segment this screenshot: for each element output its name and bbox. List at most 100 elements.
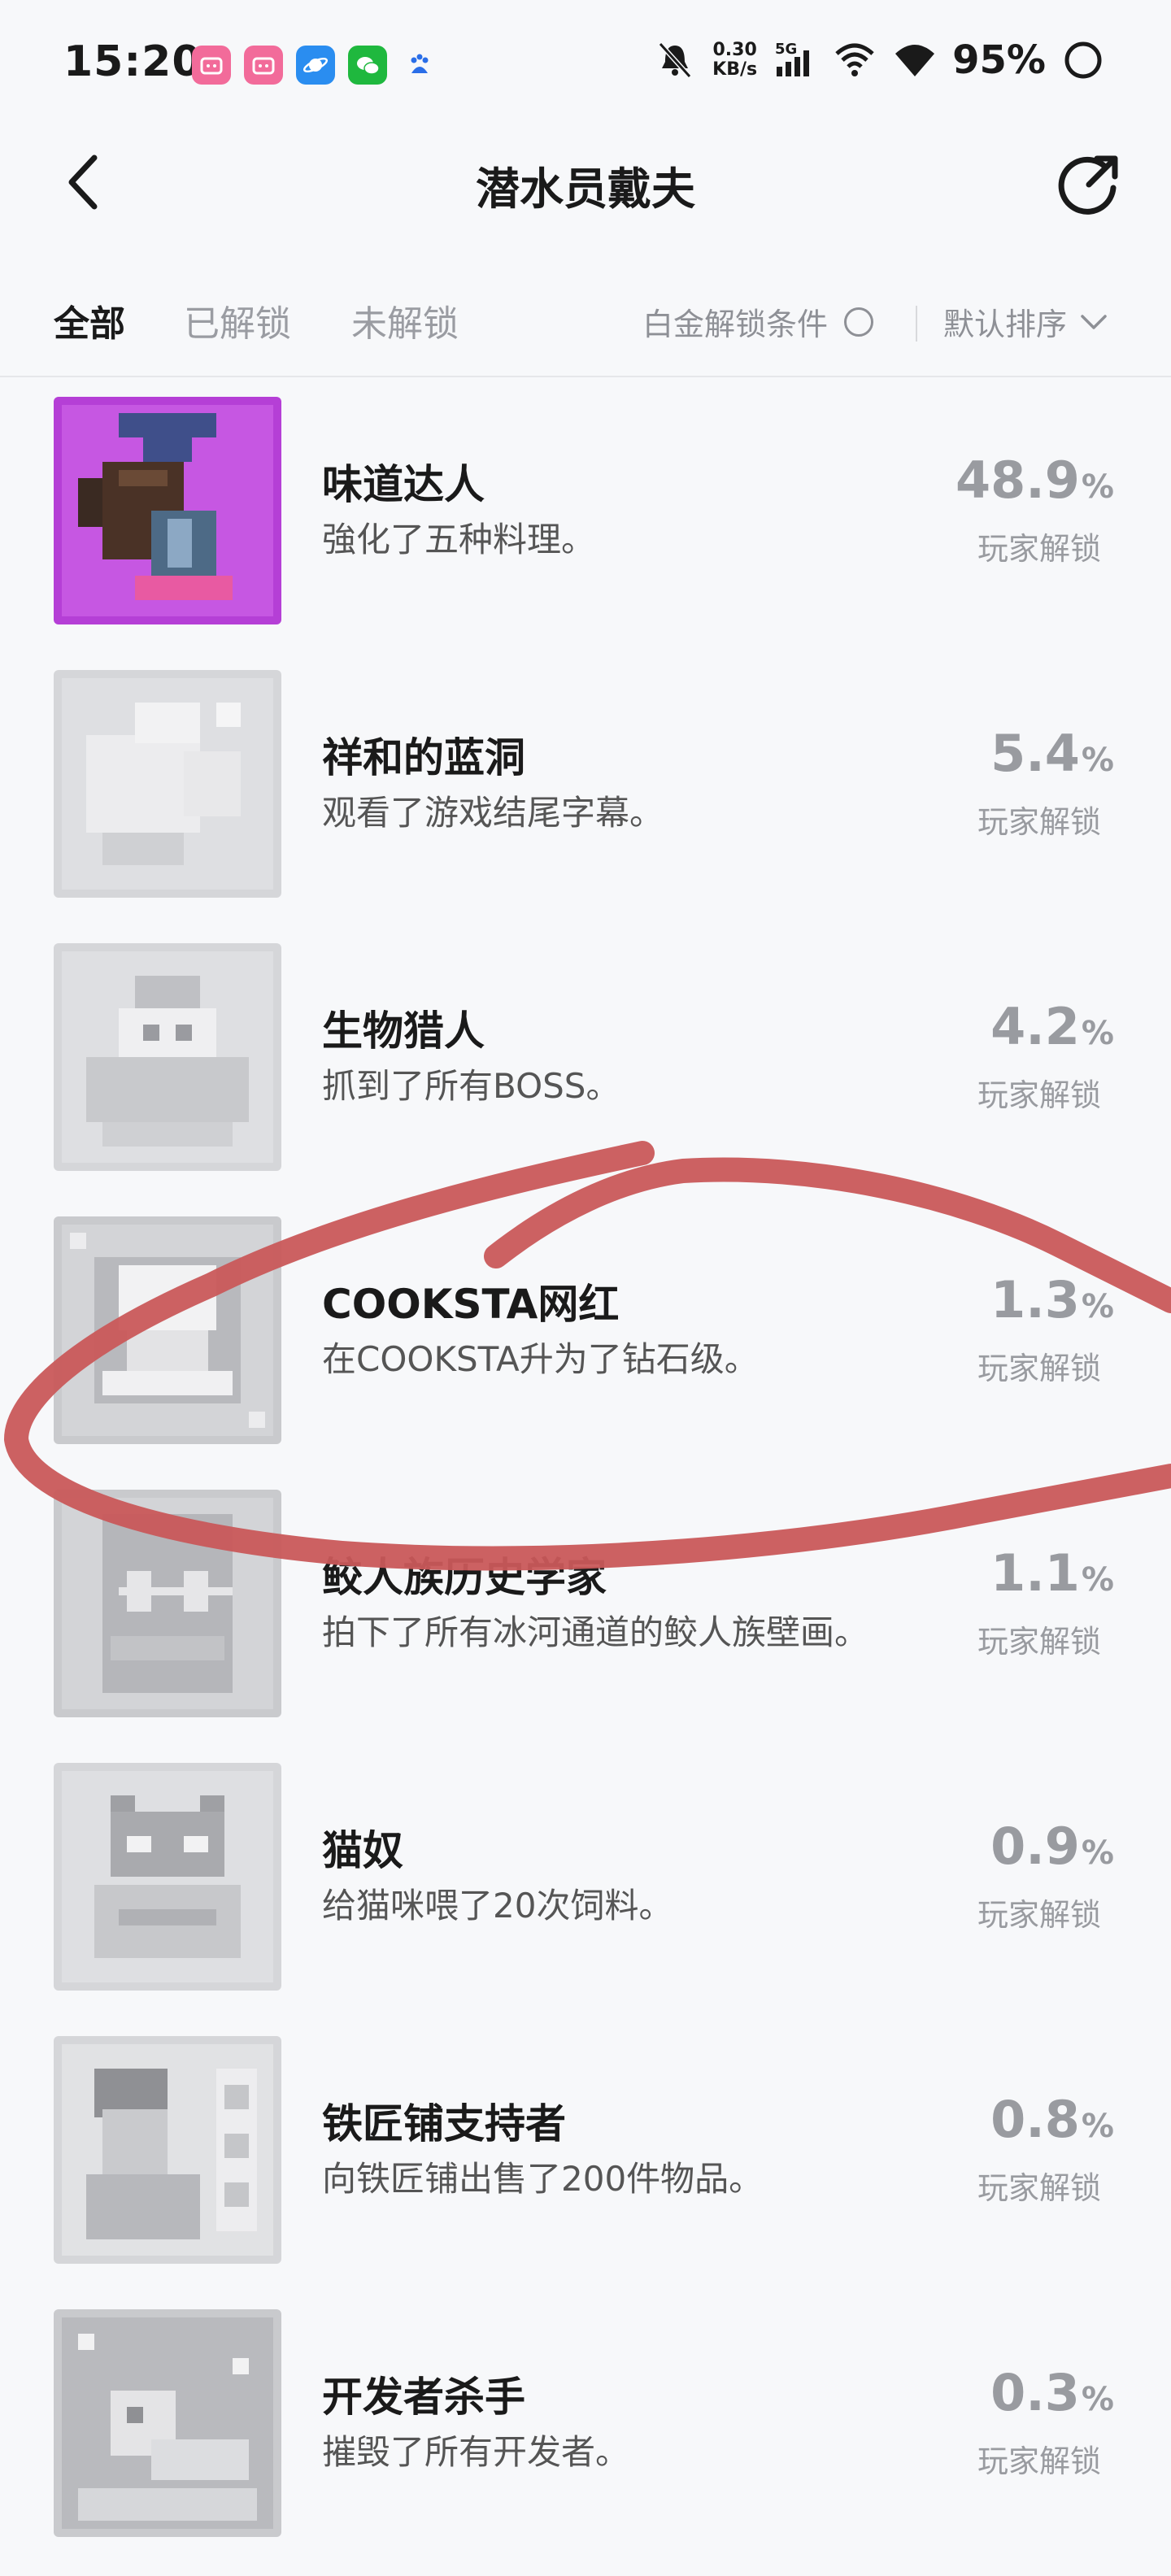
platinum-condition-toggle[interactable]: 白金解锁条件 <box>642 299 874 344</box>
achievement-item[interactable]: 开发者杀手 摧毁了所有开发者。 0.3% 玩家解锁 <box>0 2309 1171 2576</box>
pixel-developer-icon <box>54 2309 281 2537</box>
achievement-thumbnail <box>54 1763 281 1991</box>
pixel-diamond-badge-icon <box>54 1216 281 1444</box>
network-type: 5G <box>775 41 797 58</box>
achievement-item[interactable]: 铁匠铺支持者 向铁匠铺出售了200件物品。 0.8% 玩家解锁 <box>0 2036 1171 2309</box>
percent-sign: % <box>1081 742 1114 779</box>
achievement-thumbnail <box>54 397 281 624</box>
achievement-name: 生物猎人 <box>322 1007 485 1055</box>
unlock-label: 玩家解锁 <box>977 1897 1101 1933</box>
achievement-thumbnail <box>54 943 281 1171</box>
unlock-percent: 1.3% <box>990 1270 1114 1329</box>
battery-ring-icon <box>1064 41 1102 79</box>
battery-percent: 95% <box>952 37 1046 83</box>
status-time: 15:20 <box>63 37 202 86</box>
percent-sign: % <box>1081 2108 1114 2145</box>
wifi-icon <box>895 45 935 76</box>
tab-locked[interactable]: 未解锁 <box>351 294 459 346</box>
achievement-thumbnail <box>54 1490 281 1717</box>
unlock-percent: 48.9% <box>956 450 1114 510</box>
unlock-percent: 4.2% <box>990 997 1114 1056</box>
percent-sign: % <box>1081 2381 1114 2418</box>
achievement-item[interactable]: 猫奴 给猫咪喂了20次饲料。 0.9% 玩家解锁 <box>0 1763 1171 2036</box>
achievement-desc: 在COOKSTA升为了钻石级。 <box>322 1339 759 1379</box>
unlock-percent: 1.1% <box>990 1543 1114 1603</box>
signal-5g-icon: 5G <box>775 41 810 76</box>
achievement-desc: 抓到了所有BOSS。 <box>322 1066 620 1106</box>
achievement-name: COOKSTA网红 <box>322 1281 620 1328</box>
unlock-percent: 5.4% <box>990 724 1114 783</box>
percent-sign: % <box>1081 468 1114 506</box>
filter-bar: 全部 已解锁 未解锁 白金解锁条件 默认排序 <box>0 276 1171 377</box>
status-right: 0.30 KB/s 5G 95% <box>652 37 1106 83</box>
achievement-name: 猫奴 <box>322 1827 403 1874</box>
achievement-item[interactable]: 祥和的蓝洞 观看了游戏结尾字幕。 5.4% 玩家解锁 <box>0 670 1171 943</box>
pixel-food-icon <box>54 397 281 624</box>
unlock-label: 玩家解锁 <box>977 2170 1101 2206</box>
wechat-icon <box>348 46 387 85</box>
notification-icons <box>192 46 439 85</box>
planet-app-icon <box>296 46 335 85</box>
pixel-mural-icon <box>54 1490 281 1717</box>
net-speed-unit: KB/s <box>712 59 758 80</box>
baidu-icon <box>400 46 439 85</box>
wifi-icon <box>835 43 874 76</box>
achievement-name: 铁匠铺支持者 <box>322 2100 566 2147</box>
achievement-desc: 向铁匠铺出售了200件物品。 <box>322 2159 764 2199</box>
bilibili-icon <box>244 46 283 85</box>
percent-value: 48.9 <box>955 450 1080 510</box>
mute-bell-icon <box>658 41 692 79</box>
percent-sign: % <box>1081 1288 1114 1325</box>
percent-value: 0.8 <box>990 2090 1080 2149</box>
sort-label: 默认排序 <box>943 307 1068 342</box>
sort-dropdown[interactable]: 默认排序 <box>943 299 1108 344</box>
percent-value: 1.1 <box>990 1543 1080 1603</box>
achievement-thumbnail <box>54 2036 281 2264</box>
pixel-cat-icon <box>54 1763 281 1991</box>
header: 潜水员戴夫 <box>0 130 1171 234</box>
chevron-down-icon <box>1081 314 1107 329</box>
tab-unlocked[interactable]: 已解锁 <box>184 294 291 346</box>
achievement-list: 味道达人 強化了五种料理。 48.9% 玩家解锁 祥和的蓝洞 观看了游戏结尾字幕… <box>0 397 1171 2576</box>
percent-value: 0.3 <box>990 2363 1080 2422</box>
achievement-name: 开发者杀手 <box>322 2374 525 2421</box>
unlock-label: 玩家解锁 <box>977 804 1101 840</box>
tab-all[interactable]: 全部 <box>54 294 125 346</box>
share-icon <box>1058 155 1118 215</box>
percent-sign: % <box>1081 1834 1114 1872</box>
net-speed: 0.30 KB/s <box>712 41 757 80</box>
unlock-percent: 0.8% <box>990 2090 1114 2149</box>
pixel-camera-icon <box>54 670 281 898</box>
platinum-label: 白金解锁条件 <box>642 307 829 342</box>
achievement-item[interactable]: COOKSTA网红 在COOKSTA升为了钻石级。 1.3% 玩家解锁 <box>0 1216 1171 1490</box>
net-speed-value: 0.30 <box>712 40 757 60</box>
unlock-percent: 0.9% <box>990 1817 1114 1876</box>
achievement-desc: 強化了五种料理。 <box>322 520 596 559</box>
percent-value: 4.2 <box>990 997 1080 1056</box>
achievement-name: 味道达人 <box>322 461 485 508</box>
radio-circle-icon <box>844 307 874 337</box>
unlock-label: 玩家解锁 <box>977 2443 1101 2479</box>
unlock-percent: 0.3% <box>990 2363 1114 2422</box>
divider <box>916 306 917 342</box>
percent-value: 1.3 <box>990 1270 1080 1329</box>
unlock-label: 玩家解锁 <box>977 1077 1101 1113</box>
achievement-thumbnail <box>54 1216 281 1444</box>
share-button[interactable] <box>1052 148 1125 221</box>
unlock-label: 玩家解锁 <box>977 531 1101 567</box>
percent-value: 0.9 <box>990 1817 1080 1876</box>
achievement-thumbnail <box>54 670 281 898</box>
achievement-item[interactable]: 味道达人 強化了五种料理。 48.9% 玩家解锁 <box>0 397 1171 670</box>
unlock-label: 玩家解锁 <box>977 1624 1101 1660</box>
pixel-creature-icon <box>54 943 281 1171</box>
percent-value: 5.4 <box>990 724 1080 783</box>
pixel-blacksmith-icon <box>54 2036 281 2264</box>
achievement-name: 鲛人族历史学家 <box>322 1554 607 1601</box>
achievement-name: 祥和的蓝洞 <box>322 734 525 781</box>
achievement-thumbnail <box>54 2309 281 2537</box>
achievement-desc: 摧毁了所有开发者。 <box>322 2432 630 2472</box>
achievement-item[interactable]: 生物猎人 抓到了所有BOSS。 4.2% 玩家解锁 <box>0 943 1171 1216</box>
percent-sign: % <box>1081 1561 1114 1599</box>
achievement-item[interactable]: 鲛人族历史学家 拍下了所有冰河通道的鲛人族壁画。 1.1% 玩家解锁 <box>0 1490 1171 1763</box>
achievement-desc: 拍下了所有冰河通道的鲛人族壁画。 <box>322 1612 869 1652</box>
